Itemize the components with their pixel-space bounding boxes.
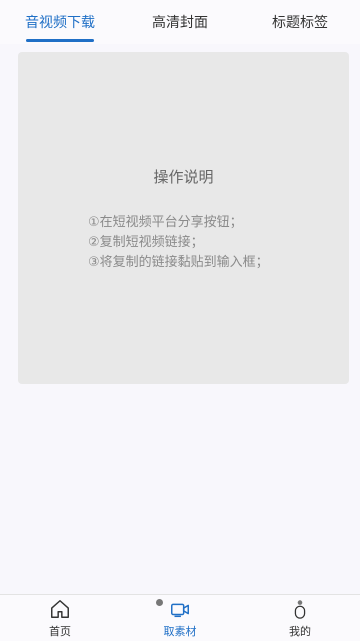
instruction-steps: ①在短视频平台分享按钮； ②复制短视频链接； ③将复制的链接黏贴到输入框； <box>88 213 269 273</box>
tab-hd-cover[interactable]: 高清封面 <box>120 0 240 44</box>
instruction-panel: 操作说明 ①在短视频平台分享按钮； ②复制短视频链接； ③将复制的链接黏贴到输入… <box>18 52 349 384</box>
tab-label: 高清封面 <box>152 15 208 31</box>
instruction-step: ①在短视频平台分享按钮； <box>88 215 243 230</box>
instruction-step: ③将复制的链接黏贴到输入框； <box>88 255 269 270</box>
video-camera-icon <box>171 603 189 618</box>
tab-video-download[interactable]: 音视频下载 <box>0 0 120 44</box>
app-root: 音视频下载 高清封面 标题标签 操作说明 ①在短视频平台分享按钮； ②复制短视频… <box>0 0 360 641</box>
top-tab-bar: 音视频下载 高清封面 标题标签 <box>0 0 360 44</box>
nav-label: 取素材 <box>163 625 197 638</box>
home-icon <box>51 600 69 618</box>
nav-item-materials[interactable]: 取素材 <box>120 595 240 641</box>
tab-title-tags[interactable]: 标题标签 <box>240 0 360 44</box>
notification-dot <box>156 599 163 606</box>
nav-item-profile[interactable]: 我的 <box>240 595 360 641</box>
instruction-step: ②复制短视频链接； <box>88 235 204 250</box>
active-tab-indicator <box>26 39 94 42</box>
user-icon <box>294 600 306 619</box>
tab-label: 音视频下载 <box>25 15 95 31</box>
bottom-nav-bar: 首页 取素材 我的 <box>0 594 360 641</box>
instruction-title: 操作说明 <box>153 168 214 186</box>
nav-item-home[interactable]: 首页 <box>0 595 120 641</box>
tab-label: 标题标签 <box>272 15 328 31</box>
nav-label: 首页 <box>49 625 71 638</box>
nav-label: 我的 <box>289 625 311 638</box>
